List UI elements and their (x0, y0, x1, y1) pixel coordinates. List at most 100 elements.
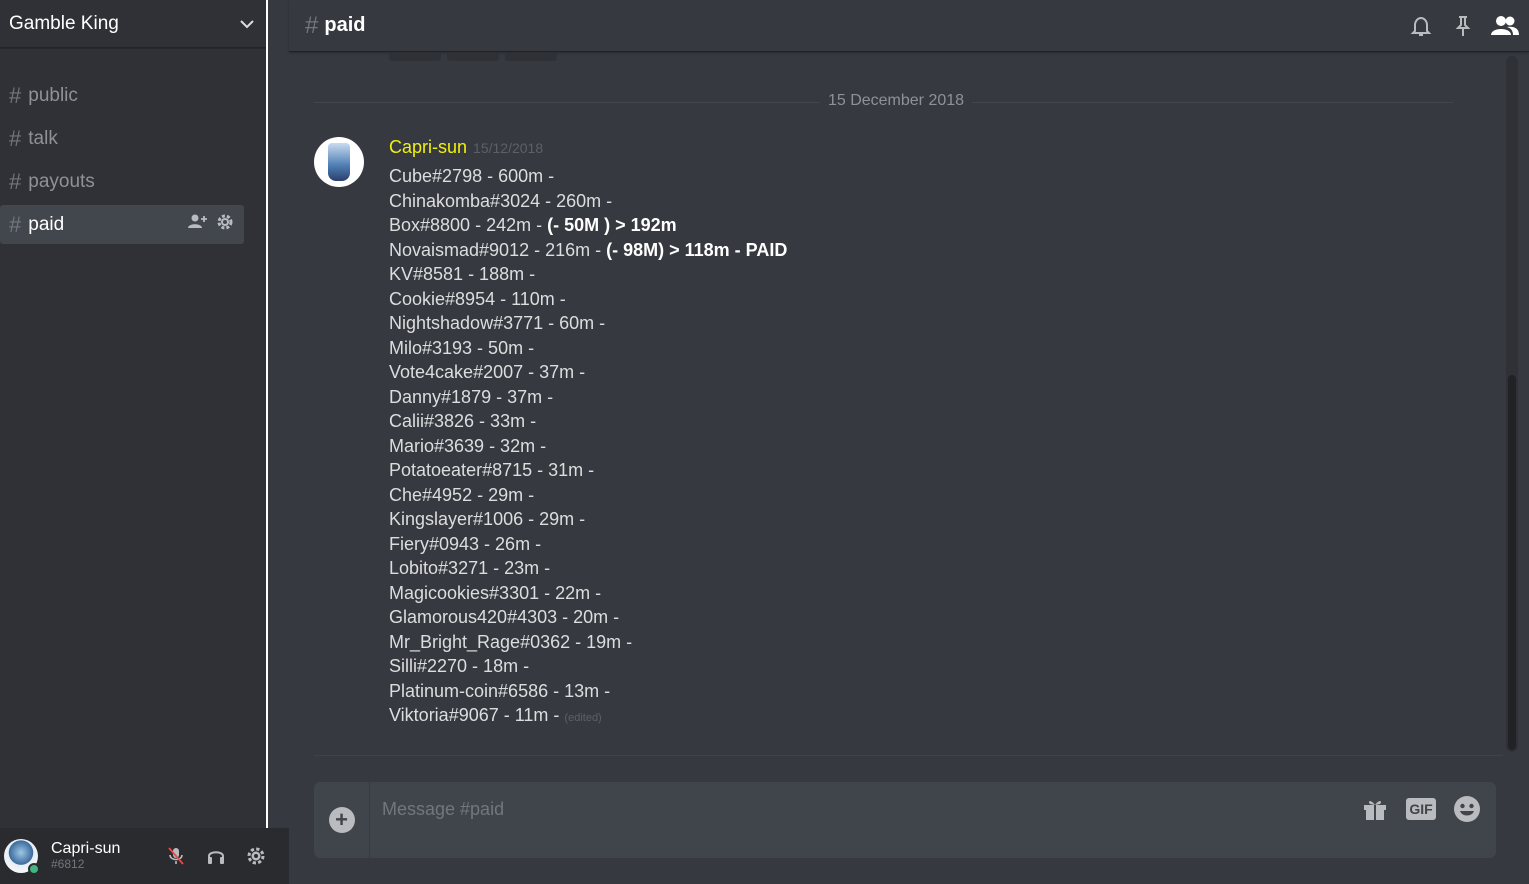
message-line: Glamorous420#4303 - 20m - (389, 605, 787, 630)
message-line: Fiery#0943 - 26m - (389, 532, 787, 557)
message-line: Cookie#8954 - 110m - (389, 287, 787, 312)
message-line-text: Chinakomba#3024 - 260m - (389, 190, 613, 211)
message-line: Chinakomba#3024 - 260m - (389, 189, 787, 214)
gif-button[interactable]: GIF (1406, 798, 1436, 820)
hash-icon: # (9, 125, 22, 151)
channel-item-payouts[interactable]: # payouts (0, 162, 244, 201)
user-panel: Capri-sun #6812 (0, 828, 289, 884)
upload-area: + (314, 782, 370, 858)
message-body: Capri-sun 15/12/2018 Cube#2798 - 600m -C… (389, 137, 787, 731)
channel-item-public[interactable]: # public (0, 76, 244, 115)
header-toolbar (1407, 12, 1529, 40)
emoji-smile-icon[interactable] (1452, 795, 1482, 823)
gift-icon[interactable] (1360, 795, 1390, 823)
message-line-text: Cube#2798 - 600m - (389, 166, 555, 186)
message-line-bold: (- 50M ) > 192m (547, 215, 677, 235)
message-line-text: Mario#3639 - 32m - (389, 435, 547, 456)
member-list-icon[interactable] (1491, 12, 1519, 40)
message-line-text: Novaismad#9012 - 216m - (389, 239, 607, 260)
invite-user-icon[interactable] (188, 213, 208, 237)
message-line-text: Danny#1879 - 37m - (389, 386, 554, 407)
avatar[interactable] (4, 839, 40, 875)
edited-label: (edited) (564, 712, 602, 724)
message-line-text: Vote4cake#2007 - 37m - (389, 362, 586, 382)
channel-label: talk (28, 127, 58, 149)
message-line-text: Kingslayer#1006 - 29m - (389, 509, 586, 529)
message-line: Mario#3639 - 32m - (389, 434, 787, 459)
message-composer: + GIF (314, 782, 1496, 858)
message-line: Viktoria#9067 - 11m - (edited) (389, 703, 787, 731)
message-line-text: Calii#3826 - 33m - (389, 411, 537, 431)
online-status-icon (28, 863, 40, 875)
message-line-text: Fiery#0943 - 26m - (389, 533, 542, 554)
message-line-text: Lobito#3271 - 23m - (389, 558, 551, 578)
scrollbar-thumb[interactable] (1508, 375, 1516, 750)
message-line-text: Milo#3193 - 50m - (389, 337, 535, 358)
message-timestamp: 15/12/2018 (473, 140, 544, 156)
message-line-text: Glamorous420#4303 - 20m - (389, 607, 620, 627)
username: Capri-sun (51, 839, 121, 857)
reaction-chip[interactable] (505, 53, 557, 61)
message-line: Mr_Bright_Rage#0362 - 19m - (389, 630, 787, 655)
message-line: Calii#3826 - 33m - (389, 409, 787, 434)
guild-header[interactable]: Gamble King (0, 0, 266, 48)
message-line: Box#8800 - 242m - (- 50M ) > 192m (389, 213, 787, 238)
message-line: Milo#3193 - 50m - (389, 336, 787, 361)
message-line: Silli#2270 - 18m - (389, 654, 787, 679)
pin-icon[interactable] (1449, 12, 1477, 40)
settings-gear-icon[interactable] (245, 845, 267, 867)
channel-header: # paid (289, 0, 1529, 52)
message-line-text: Mr_Bright_Rage#0362 - 19m - (389, 631, 633, 652)
headphones-icon[interactable] (205, 845, 227, 867)
message-line-text: Box#8800 - 242m - (389, 215, 548, 235)
composer-icons: GIF (1360, 782, 1496, 823)
message-line: Magicookies#3301 - 22m - (389, 581, 787, 606)
hash-icon: # (9, 168, 22, 194)
hash-icon: # (305, 11, 319, 39)
message-meta: Capri-sun 15/12/2018 (389, 137, 787, 163)
channel-item-talk[interactable]: # talk (0, 119, 244, 158)
reaction-chip[interactable] (447, 53, 499, 61)
channel-label: paid (28, 213, 65, 235)
message-line-text: Potatoeater#8715 - 31m - (389, 460, 595, 480)
message-line-text: Che#4952 - 29m - (389, 484, 535, 505)
user-discriminator: #6812 (51, 857, 85, 872)
message-line: Potatoeater#8715 - 31m - (389, 458, 787, 483)
message-line-text: Viktoria#9067 - 11m - (389, 705, 565, 725)
message-line-text: Magicookies#3301 - 22m - (389, 582, 602, 603)
message-line-text: KV#8581 - 188m - (389, 264, 536, 284)
message-line: Kingslayer#1006 - 29m - (389, 507, 787, 532)
previous-message-reactions (389, 53, 557, 61)
capri-sun-pouch-image (328, 143, 350, 181)
message-line: Novaismad#9012 - 216m - (- 98M) > 118m -… (389, 238, 787, 263)
channel-sidebar: Gamble King # public # talk # payouts # … (0, 0, 268, 884)
channel-list: # public # talk # payouts # paid (0, 48, 266, 244)
reaction-chip[interactable] (389, 53, 441, 61)
notification-bell-icon[interactable] (1407, 12, 1435, 40)
hash-icon: # (9, 82, 22, 108)
date-divider: 15 December 2018 (819, 92, 973, 110)
microphone-muted-icon[interactable] (165, 845, 187, 867)
user-controls (165, 845, 289, 867)
add-attachment-plus-icon[interactable]: + (328, 807, 355, 833)
message-input[interactable] (370, 782, 1360, 837)
message-line: Danny#1879 - 37m - (389, 385, 787, 410)
gear-icon[interactable] (216, 213, 234, 237)
message-line-text: Nightshadow#3771 - 60m - (389, 313, 606, 333)
user-info: Capri-sun #6812 (51, 840, 120, 872)
message-content: Cube#2798 - 600m - Chinakomba#3024 - 260m… (389, 164, 787, 731)
messages-divider (314, 755, 1503, 756)
guild-name: Gamble King (9, 12, 119, 34)
channel-item-paid[interactable]: # paid (0, 205, 244, 244)
message-line-text: Platinum-coin#6586 - 13m - (389, 680, 611, 701)
message-author[interactable]: Capri-sun (389, 137, 467, 158)
message-line: Platinum-coin#6586 - 13m - (389, 679, 787, 704)
channel-label: payouts (28, 170, 95, 192)
message-line: Lobito#3271 - 23m - (389, 556, 787, 581)
message-line-text: Cookie#8954 - 110m - (389, 288, 566, 309)
message-line: Vote4cake#2007 - 37m - (389, 360, 787, 385)
chevron-down-icon[interactable] (238, 15, 256, 33)
hash-icon: # (9, 211, 22, 237)
message-avatar[interactable] (314, 137, 364, 187)
message-line-text: Silli#2270 - 18m - (389, 656, 530, 676)
